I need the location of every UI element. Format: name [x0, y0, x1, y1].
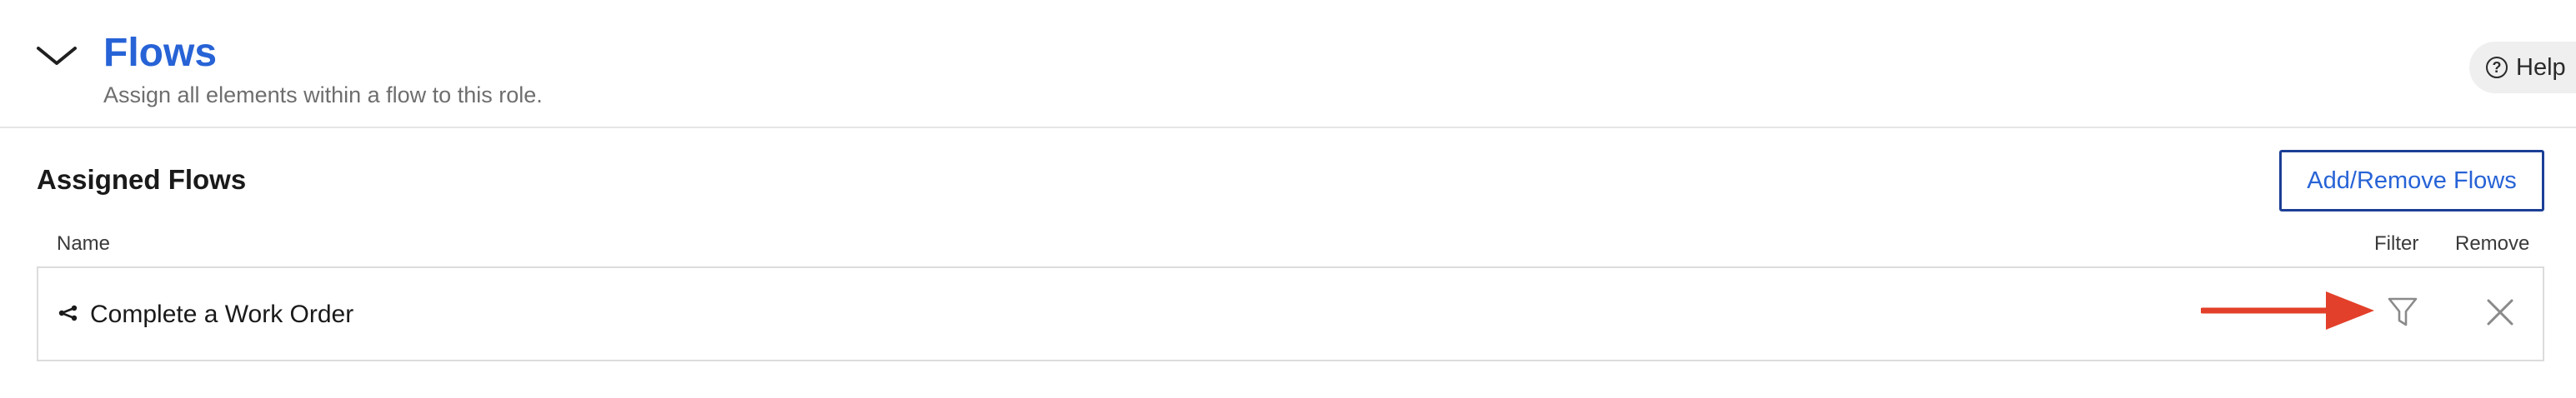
close-icon[interactable]: [2484, 296, 2516, 328]
column-header-remove: Remove: [2455, 232, 2530, 255]
flow-name[interactable]: Complete a Work Order: [90, 300, 353, 330]
header-divider: [0, 127, 2576, 128]
red-arrow-right: [2201, 291, 2374, 330]
column-header-name: Name: [57, 232, 111, 255]
flow-icon: [58, 305, 78, 321]
assigned-flows-heading: Assigned Flows: [37, 164, 247, 195]
section-description: Assign all elements within a flow to thi…: [103, 82, 543, 107]
help-label: Help: [2516, 53, 2566, 81]
help-button[interactable]: ? Help: [2469, 42, 2576, 93]
column-header-filter: Filter: [2374, 232, 2419, 255]
section-heading: Flows: [103, 31, 218, 75]
filter-icon[interactable]: [2386, 295, 2419, 330]
add-remove-flows-button[interactable]: Add/Remove Flows: [2279, 150, 2544, 211]
chevron-down-icon: [37, 47, 77, 65]
collapse-section-button[interactable]: [33, 37, 80, 77]
question-circle-icon: ?: [2486, 57, 2508, 78]
table-row: [37, 266, 2544, 361]
